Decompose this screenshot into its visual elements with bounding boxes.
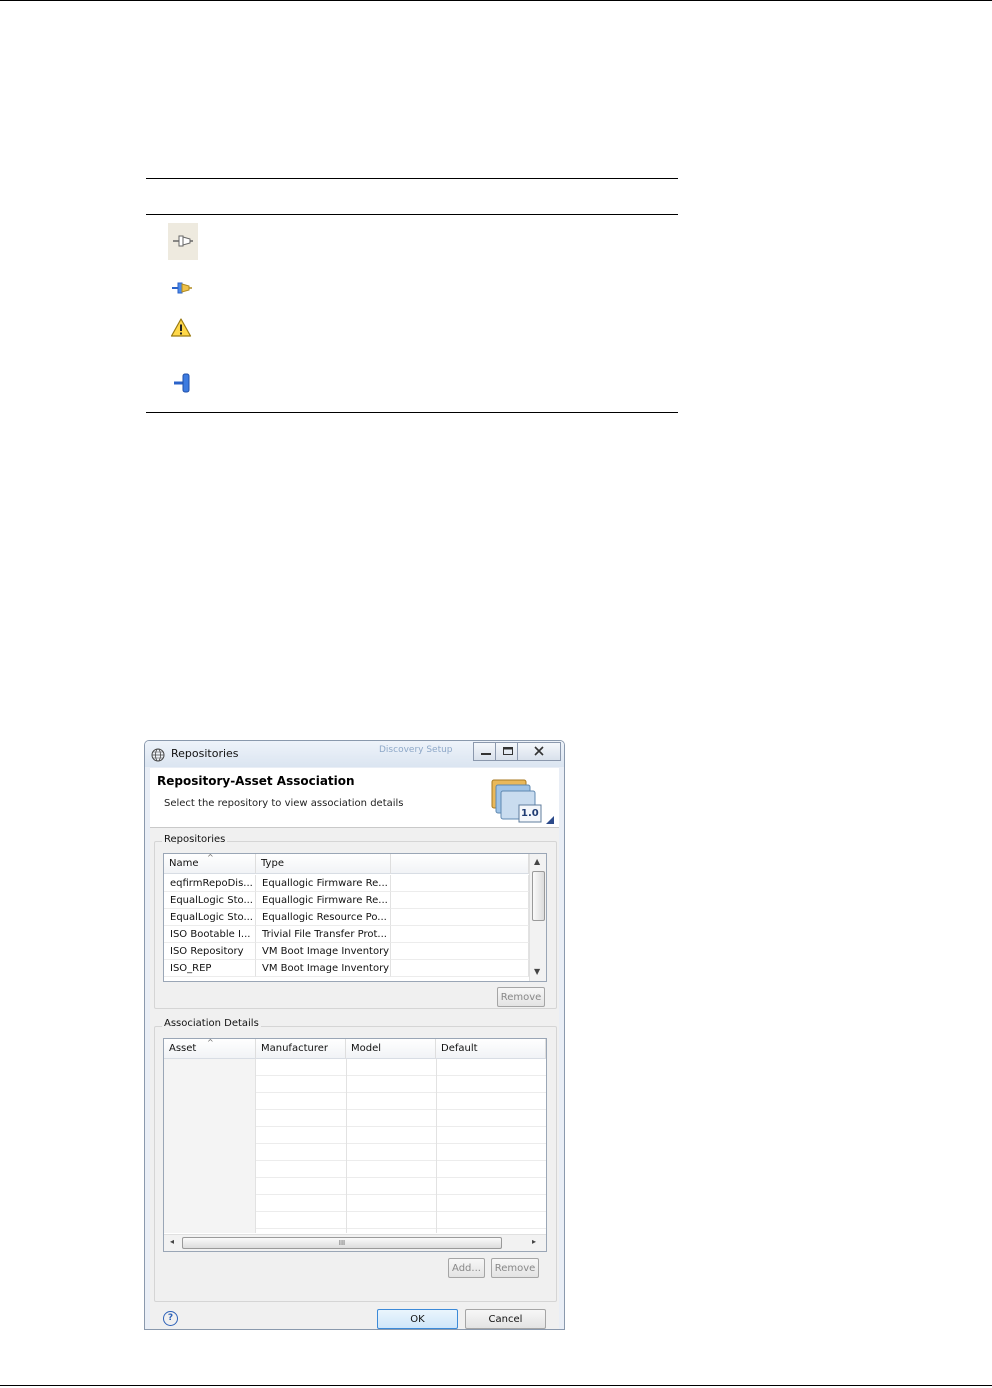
- scroll-right-icon[interactable]: ▸: [532, 1237, 536, 1246]
- legend-table-bottom-rule: [146, 412, 678, 413]
- dialog-client-area: Repositories Name ^ Type eqfirmRepoDis..…: [150, 828, 559, 1329]
- association-table[interactable]: Asset ^ Manufacturer Model Default ◂ III…: [163, 1038, 547, 1252]
- row-filler: [391, 909, 529, 926]
- repositories-dialog: Repositories Discovery Setup Repository-…: [144, 740, 565, 1330]
- column-header-model[interactable]: Model: [346, 1039, 436, 1059]
- warning-icon: [170, 317, 192, 339]
- row-type: Trivial File Transfer Prot...: [256, 926, 391, 943]
- scroll-grip: III: [338, 1239, 346, 1247]
- page-footer-rule: [0, 1385, 992, 1386]
- sort-ascending-icon: ^: [207, 853, 214, 862]
- remove-association-button[interactable]: Remove: [491, 1258, 539, 1278]
- add-association-button[interactable]: Add...: [448, 1258, 485, 1278]
- active-connector-icon: [170, 277, 194, 299]
- legend-table-top-rule: [146, 178, 678, 179]
- scroll-down-icon[interactable]: ▼: [534, 967, 540, 976]
- row-type: Equallogic Resource Po...: [256, 909, 391, 926]
- sort-ascending-icon: ^: [207, 1038, 214, 1047]
- dialog-titlebar[interactable]: Repositories Discovery Setup: [145, 741, 564, 767]
- repository-folders-icon: 1.0: [488, 772, 554, 826]
- row-name: ISO Repository: [164, 943, 256, 960]
- row-filler: [391, 875, 529, 892]
- association-horizontal-scrollbar[interactable]: ◂ III ▸: [164, 1234, 546, 1251]
- row-name: eqfirmRepoDis...: [164, 875, 256, 892]
- scroll-left-icon[interactable]: ◂: [170, 1237, 174, 1246]
- row-name: EqualLogic Sto...: [164, 909, 256, 926]
- discovery-connector-icon: [168, 223, 198, 260]
- dialog-title: Repositories: [171, 747, 239, 760]
- row-name: EqualLogic Sto...: [164, 892, 256, 909]
- column-divider: [346, 1059, 347, 1233]
- row-filler: [391, 960, 529, 977]
- association-details-label: Association Details: [162, 1018, 261, 1029]
- column-header-default[interactable]: Default: [436, 1039, 546, 1059]
- column-header-filler: [391, 854, 529, 874]
- close-button[interactable]: [517, 742, 561, 761]
- scroll-up-icon[interactable]: ▲: [534, 857, 540, 866]
- repositories-vertical-scrollbar[interactable]: ▲ ▼: [529, 854, 546, 981]
- column-header-type[interactable]: Type: [256, 854, 391, 874]
- pin-connector-icon: [172, 371, 196, 395]
- column-divider: [255, 1059, 256, 1233]
- globe-icon: [151, 747, 165, 766]
- background-window-text: Discovery Setup: [379, 745, 453, 755]
- repositories-table[interactable]: Name ^ Type eqfirmRepoDis... Equallogic …: [163, 853, 547, 982]
- row-filler: [391, 926, 529, 943]
- association-table-body: [164, 1059, 546, 1233]
- column-divider: [436, 1059, 437, 1233]
- banner-title: Repository-Asset Association: [157, 774, 355, 788]
- scroll-thumb[interactable]: [532, 871, 545, 921]
- row-type: Equallogic Firmware Re...: [256, 875, 391, 892]
- legend-table-header-rule: [146, 214, 678, 215]
- dialog-banner: Repository-Asset Association Select the …: [150, 768, 559, 828]
- column-header-manufacturer[interactable]: Manufacturer: [256, 1039, 346, 1059]
- cancel-button[interactable]: Cancel: [465, 1309, 546, 1329]
- repositories-group-label: Repositories: [162, 834, 228, 845]
- row-name: ISO_REP: [164, 960, 256, 977]
- row-type: VM Boot Image Inventory: [256, 943, 391, 960]
- row-filler: [391, 892, 529, 909]
- remove-repository-button[interactable]: Remove: [497, 987, 545, 1007]
- row-filler: [391, 943, 529, 960]
- row-name: ISO Bootable I...: [164, 926, 256, 943]
- row-type: Equallogic Firmware Re...: [256, 892, 391, 909]
- page-header-rule: [0, 0, 992, 1]
- banner-subtitle: Select the repository to view associatio…: [164, 798, 404, 809]
- row-type: VM Boot Image Inventory: [256, 960, 391, 977]
- ok-button[interactable]: OK: [377, 1309, 458, 1329]
- scroll-thumb[interactable]: III: [182, 1237, 502, 1249]
- version-badge: 1.0: [521, 808, 539, 819]
- help-icon[interactable]: ?: [163, 1311, 178, 1326]
